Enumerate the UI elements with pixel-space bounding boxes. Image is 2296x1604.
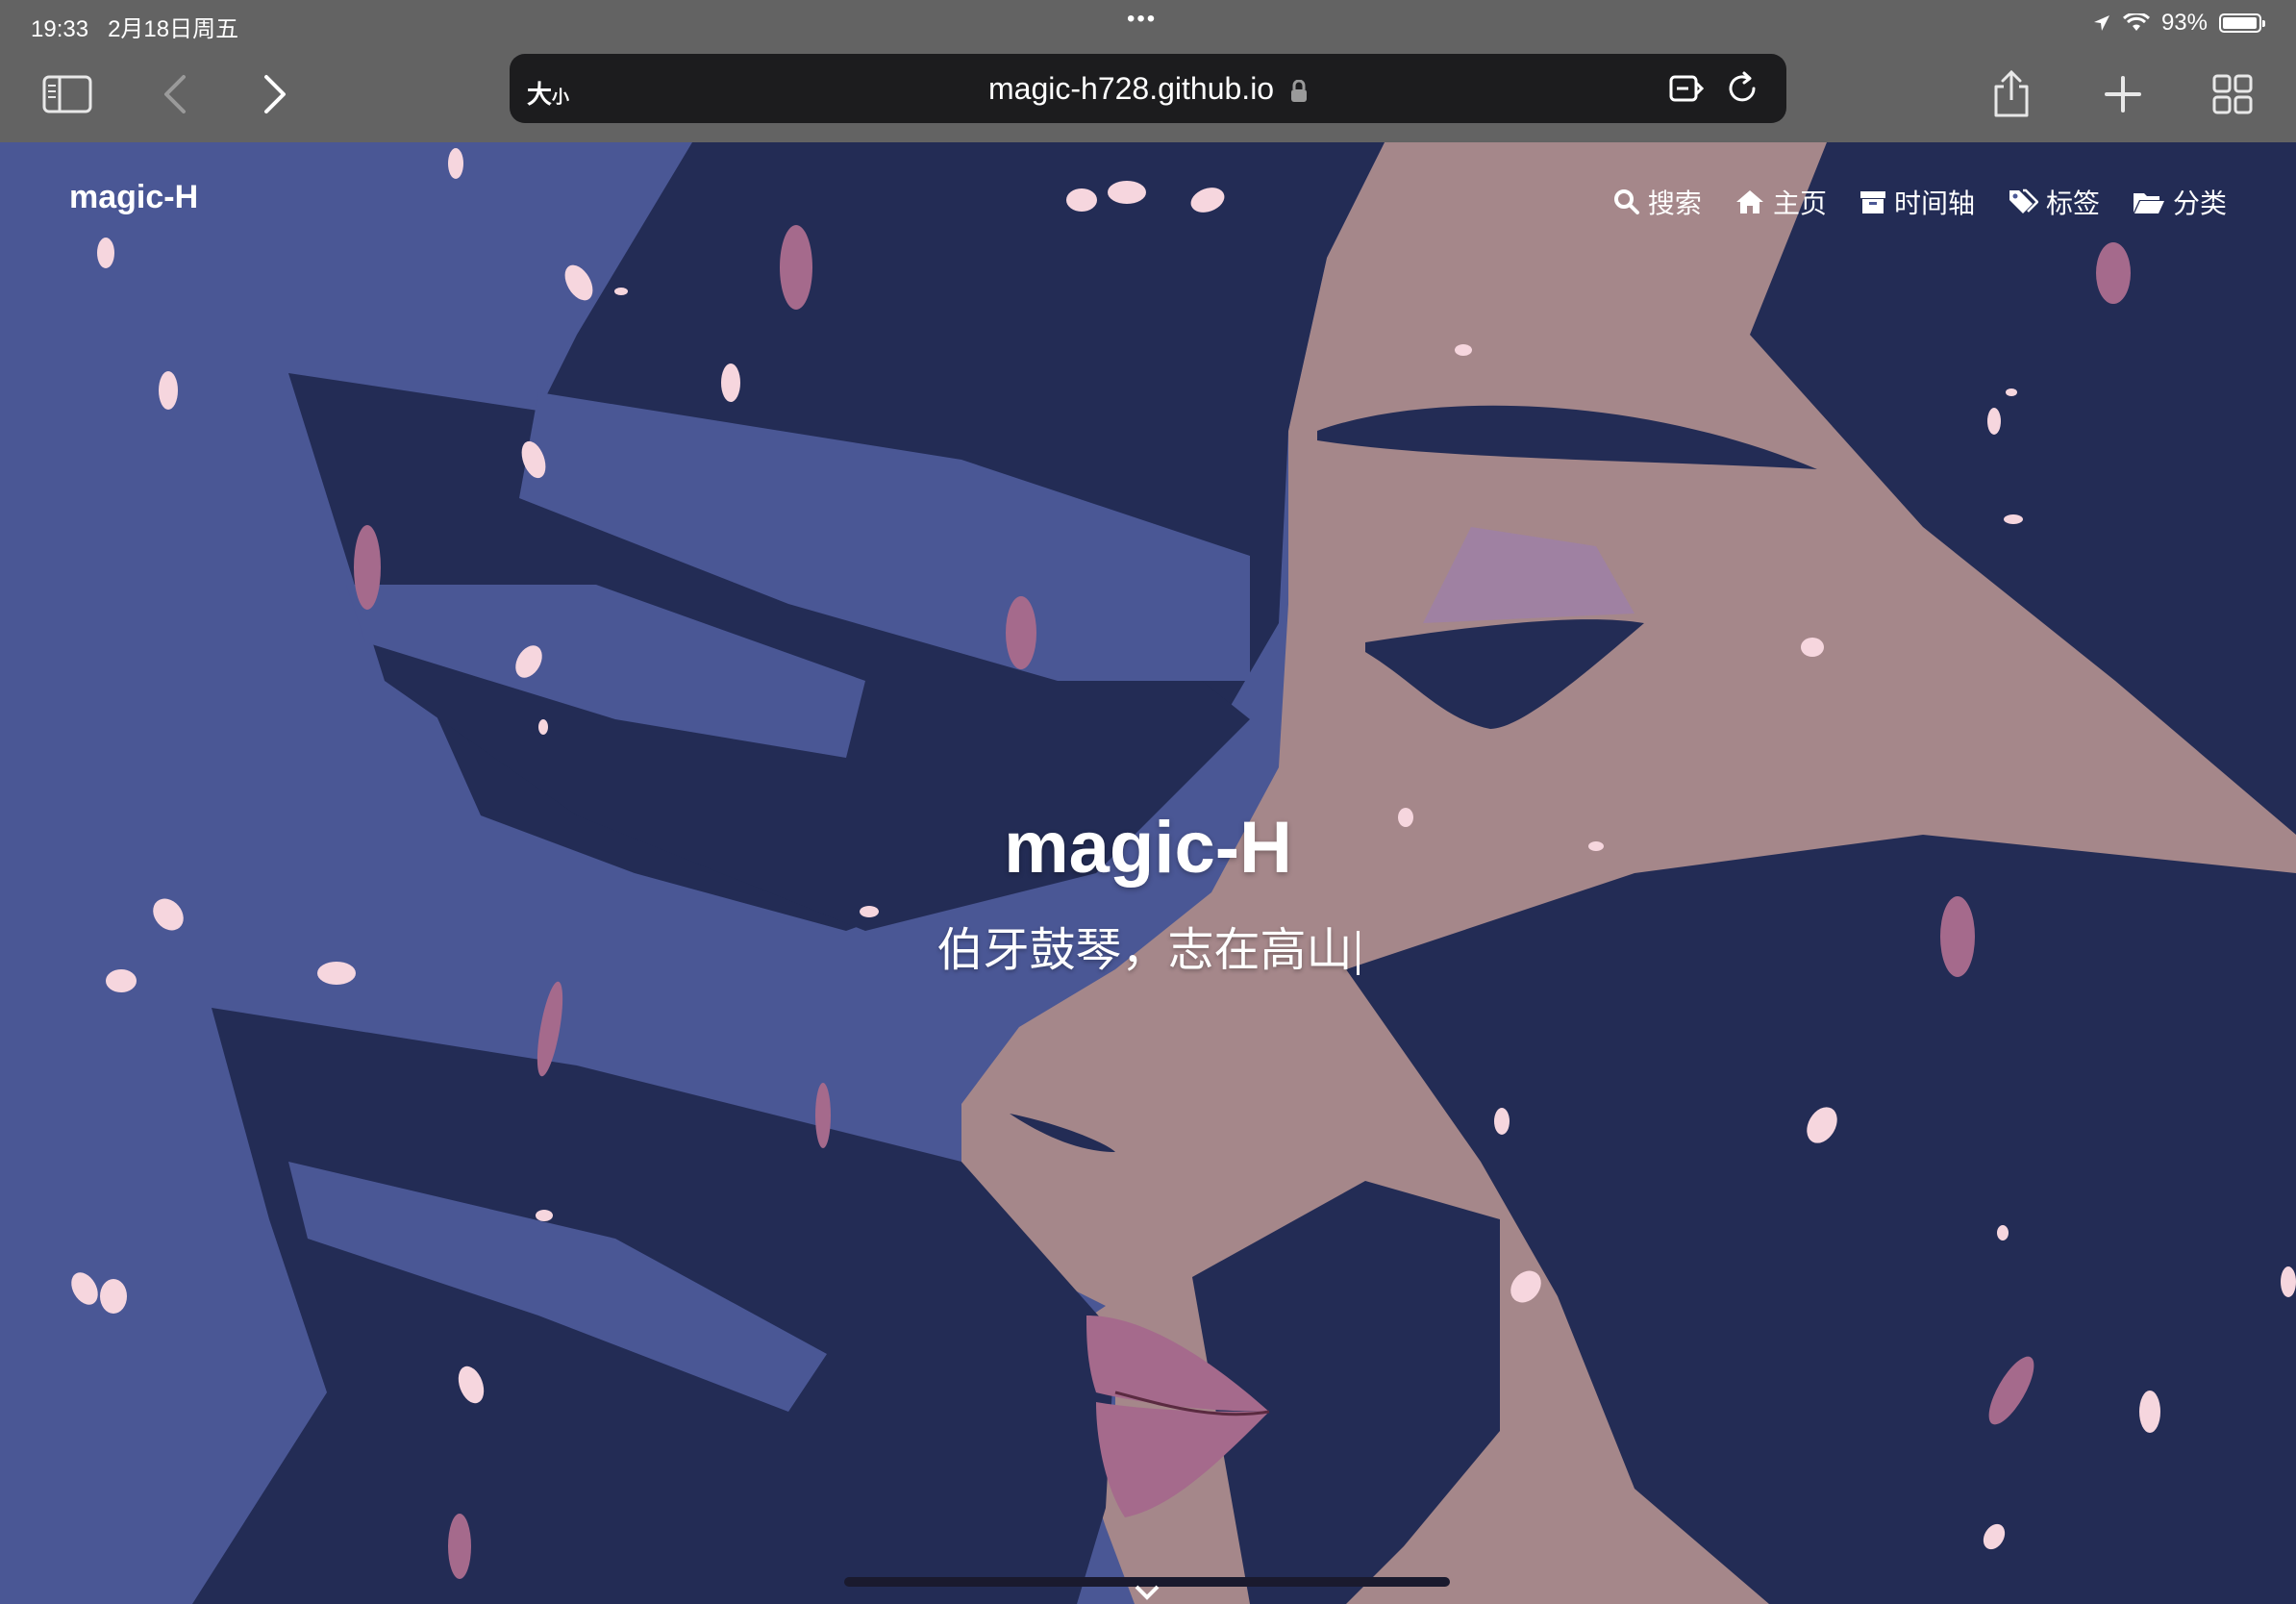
archive-icon <box>1859 191 1885 213</box>
reload-icon[interactable] <box>1723 69 1761 108</box>
hero-title: magic-H <box>1004 807 1292 889</box>
status-right: 93% <box>2092 10 2265 37</box>
nav-item-timeline[interactable]: 时间轴 <box>1859 183 1975 221</box>
nav-item-search[interactable]: 搜索 <box>1613 183 1702 221</box>
browser-toolbar: 大小 magic-h728.github.io <box>0 46 2296 142</box>
hero-subtitle: 伯牙鼓琴，志在高山 <box>0 912 2296 979</box>
back-icon[interactable] <box>144 63 206 125</box>
status-bar: 19:33 2月18日周五 ••• 93% <box>0 0 2296 46</box>
site-brand[interactable]: magic-H <box>69 179 198 216</box>
wifi-icon <box>2122 13 2150 31</box>
lock-icon <box>1290 79 1307 102</box>
hero-section: magic-H 搜索 主页 时间轴 标签 分类 magic-H 伯牙鼓琴，志在高… <box>0 142 2296 1604</box>
typing-cursor <box>1356 931 1360 976</box>
nav-label: 搜索 <box>1647 188 1702 218</box>
nav-label: 时间轴 <box>1893 188 1975 218</box>
nav-item-tags[interactable]: 标签 <box>2008 183 2100 221</box>
reader-icon[interactable] <box>1667 69 1706 108</box>
site-nav: 搜索 主页 时间轴 标签 分类 <box>1613 183 2227 221</box>
address-bar[interactable]: 大小 magic-h728.github.io <box>510 54 1786 123</box>
forward-icon[interactable] <box>244 63 306 125</box>
nav-label: 主页 <box>1772 188 1827 218</box>
nav-label: 分类 <box>2172 188 2227 218</box>
nav-label: 标签 <box>2045 188 2100 218</box>
tabs-icon[interactable] <box>2202 63 2263 125</box>
multitasking-dots[interactable]: ••• <box>1127 6 1157 33</box>
tags-icon <box>2009 188 2038 213</box>
nav-item-categories[interactable]: 分类 <box>2133 183 2227 221</box>
chevron-down-icon[interactable] <box>1133 1583 1161 1602</box>
battery-icon <box>2219 13 2265 33</box>
new-tab-icon[interactable] <box>2092 63 2154 125</box>
battery-percent: 93% <box>2160 10 2208 36</box>
home-icon <box>1735 190 1763 213</box>
address-url[interactable]: magic-h728.github.io <box>510 71 1786 107</box>
nav-item-home[interactable]: 主页 <box>1734 183 1827 221</box>
location-icon <box>2093 15 2109 31</box>
status-time: 19:33 2月18日周五 <box>31 16 239 42</box>
search-icon <box>1613 189 1639 214</box>
folder-icon <box>2133 193 2164 213</box>
share-icon[interactable] <box>1981 63 2042 125</box>
sidebar-icon[interactable] <box>37 63 98 125</box>
